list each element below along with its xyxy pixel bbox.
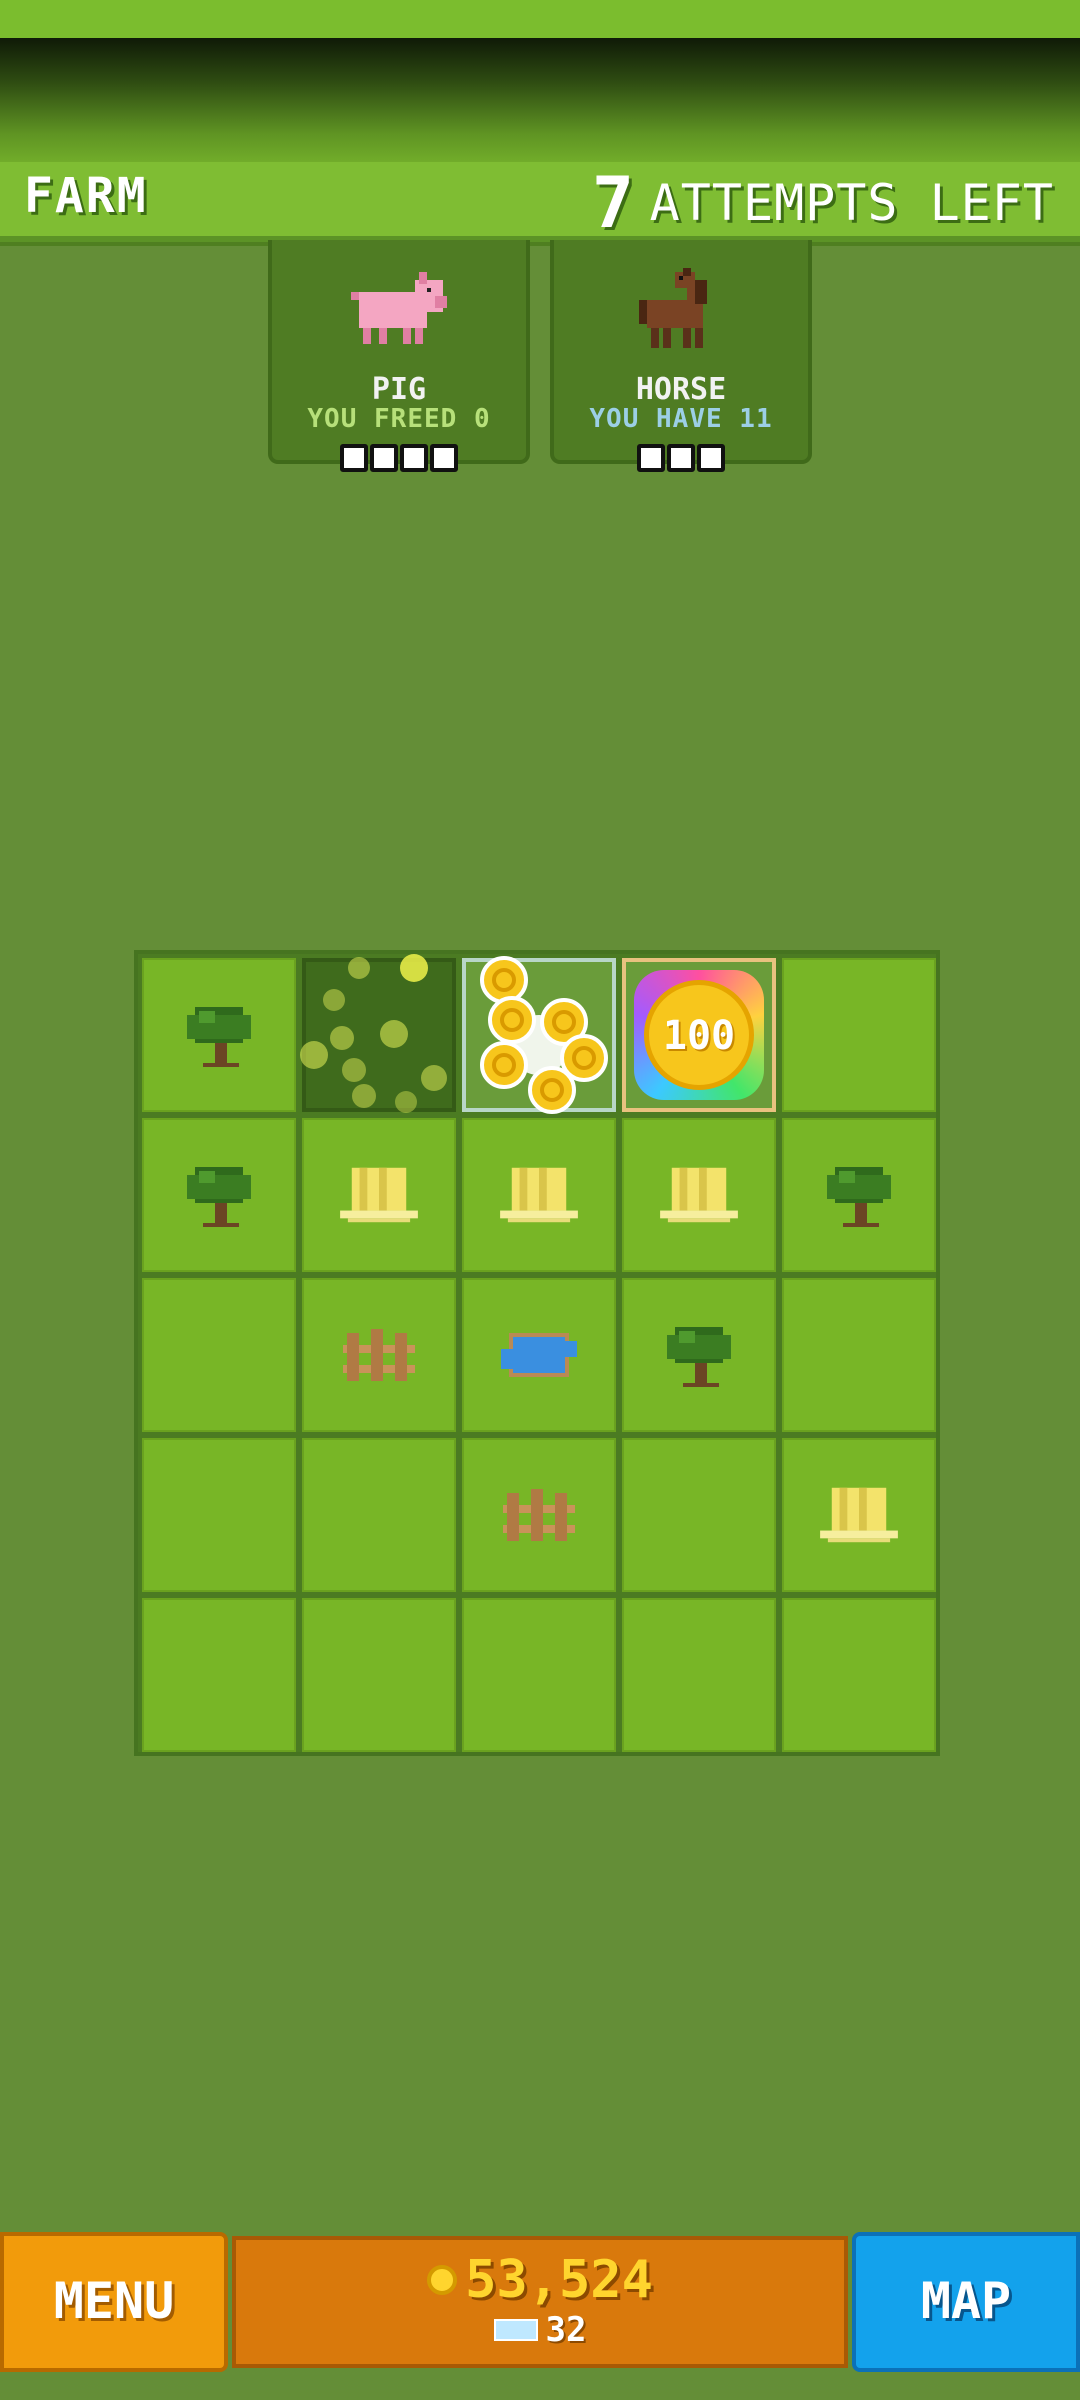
gem-icon	[493, 2319, 538, 2341]
tile-tree[interactable]	[142, 958, 296, 1112]
slot-box	[430, 444, 458, 472]
tile-empty[interactable]	[142, 1278, 296, 1432]
tile-tree[interactable]	[142, 1118, 296, 1272]
bottom-bar: MENU 53,524 32 MAP	[0, 2232, 1080, 2372]
animal-card-pig[interactable]: PIG YOU FREED 0	[268, 240, 530, 472]
slot-box	[667, 444, 695, 472]
tile-empty[interactable]	[142, 1438, 296, 1592]
tile-empty[interactable]	[782, 958, 936, 1112]
tile-empty[interactable]	[782, 1278, 936, 1432]
fence-icon	[343, 1329, 415, 1381]
tile-empty[interactable]	[302, 1438, 456, 1592]
hay-icon	[660, 1167, 738, 1223]
slot-box	[340, 444, 368, 472]
coin-100-value: 100	[662, 1013, 736, 1059]
top-gradient	[0, 38, 1080, 166]
tile-empty[interactable]	[462, 1598, 616, 1752]
card-horse-status: YOU HAVE 11	[589, 404, 773, 434]
tile-empty[interactable]	[622, 1598, 776, 1752]
pig-icon	[347, 268, 451, 352]
pond-icon	[501, 1333, 577, 1377]
sparkle-bubbles-icon	[300, 954, 447, 1113]
tile-empty[interactable]	[142, 1598, 296, 1752]
status-bar	[0, 0, 1080, 38]
tile-fence[interactable]	[302, 1278, 456, 1432]
gems-value: 32	[545, 2310, 587, 2350]
card-pig-status: YOU FREED 0	[307, 404, 491, 434]
hay-icon	[500, 1167, 578, 1223]
card-pig-slots	[272, 444, 526, 476]
hay-icon	[340, 1167, 418, 1223]
animal-card-horse[interactable]: HORSE YOU HAVE 11	[550, 240, 812, 472]
tile-hay[interactable]	[782, 1438, 936, 1592]
tile-hay[interactable]	[462, 1118, 616, 1272]
tile-coin-100[interactable]: 100	[622, 958, 776, 1112]
coin-icon	[427, 2265, 458, 2295]
tile-empty[interactable]	[782, 1598, 936, 1752]
tile-revealed-empty[interactable]	[300, 954, 456, 1113]
tile-tree[interactable]	[622, 1278, 776, 1432]
header-bar: FARM 7 ATTEMPTS LEFT	[0, 162, 1080, 244]
coins-row: 53,524	[236, 2250, 844, 2310]
tile-hay[interactable]	[302, 1118, 456, 1272]
attempts-counter: 7 ATTEMPTS LEFT	[592, 162, 1054, 244]
tile-empty[interactable]	[302, 1598, 456, 1752]
coin-100-icon: 100	[634, 970, 764, 1100]
map-button[interactable]: MAP	[852, 2232, 1080, 2372]
slot-box	[400, 444, 428, 472]
game-board: 100	[134, 950, 940, 1756]
coin-100-face: 100	[644, 980, 754, 1090]
card-horse-slots	[554, 444, 808, 476]
tile-fence[interactable]	[462, 1438, 616, 1592]
wallet-panel: 53,524 32	[232, 2236, 848, 2368]
horse-icon	[631, 268, 731, 356]
slot-box	[370, 444, 398, 472]
coins-burst-icon	[480, 956, 608, 1114]
slot-box	[697, 444, 725, 472]
hay-icon	[820, 1487, 898, 1543]
coins-value: 53,524	[465, 2250, 653, 2310]
fence-icon	[503, 1489, 575, 1541]
tree-icon	[827, 1167, 891, 1227]
card-pig-name: PIG	[371, 372, 427, 407]
slot-box	[637, 444, 665, 472]
tile-pond[interactable]	[462, 1278, 616, 1432]
tile-empty[interactable]	[622, 1438, 776, 1592]
gems-row: 32	[236, 2310, 844, 2350]
tree-icon	[667, 1327, 731, 1387]
tree-icon	[187, 1007, 251, 1067]
tile-tree[interactable]	[782, 1118, 936, 1272]
attempts-number: 7	[591, 162, 635, 244]
tile-coin-burst[interactable]	[462, 956, 616, 1114]
tile-hay[interactable]	[622, 1118, 776, 1272]
card-horse-name: HORSE	[635, 372, 727, 407]
attempts-label: ATTEMPTS LEFT	[649, 174, 1054, 232]
menu-button[interactable]: MENU	[0, 2232, 228, 2372]
level-title: FARM	[24, 168, 148, 224]
tree-icon	[187, 1167, 251, 1227]
